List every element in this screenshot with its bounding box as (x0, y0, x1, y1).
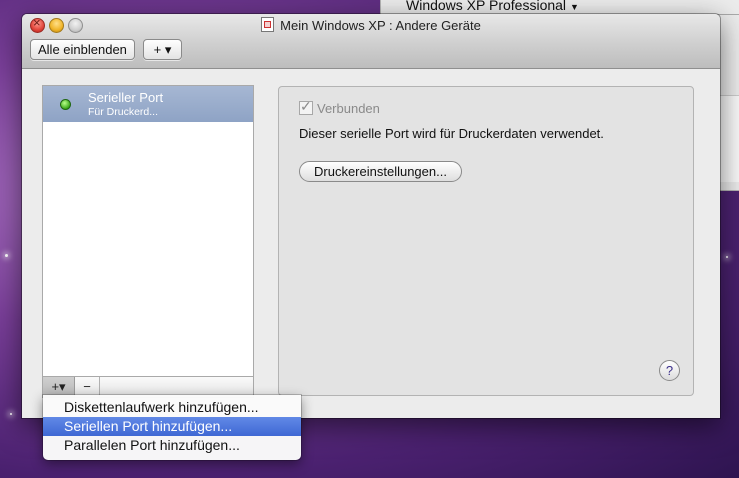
device-list[interactable]: Serieller Port Für Druckerd... (42, 85, 254, 377)
background-window-title[interactable]: Windows XP Professional ▼ (406, 0, 579, 13)
connected-label: Verbunden (317, 101, 380, 116)
chevron-down-icon: ▼ (569, 2, 579, 12)
add-item-button[interactable]: +▾ (43, 377, 75, 397)
connected-checkbox-row[interactable]: Verbunden (299, 98, 380, 116)
printer-settings-button[interactable]: Druckereinstellungen... (299, 161, 462, 182)
port-description: Dieser serielle Port wird für Druckerdat… (299, 126, 604, 141)
device-details-panel: Verbunden Dieser serielle Port wird für … (278, 86, 694, 396)
add-device-button[interactable]: + ▾ (143, 39, 182, 60)
list-item[interactable]: Serieller Port Für Druckerd... (43, 86, 253, 122)
help-button[interactable]: ? (659, 360, 680, 381)
device-settings-window: Mein Windows XP : Andere Geräte Alle ein… (22, 14, 720, 418)
list-item-subtitle: Für Druckerd... (88, 106, 159, 118)
connected-checkbox[interactable] (299, 98, 313, 115)
list-item-title: Serieller Port (88, 90, 164, 105)
show-all-button[interactable]: Alle einblenden (30, 39, 135, 60)
window-toolbar: Mein Windows XP : Andere Geräte Alle ein… (22, 14, 720, 69)
background-panel (718, 95, 739, 182)
document-icon (261, 17, 275, 32)
window-title: Mein Windows XP : Andere Geräte (280, 18, 481, 33)
desktop-star (5, 254, 8, 257)
desktop-star (726, 256, 728, 258)
status-indicator-icon (60, 99, 71, 110)
remove-item-button[interactable]: − (75, 377, 100, 397)
add-device-menu: Diskettenlaufwerk hinzufügen... Serielle… (43, 395, 301, 460)
menu-item-add-serial-port[interactable]: Seriellen Port hinzufügen... (43, 417, 301, 436)
desktop-star (10, 413, 12, 415)
menu-item-add-floppy[interactable]: Diskettenlaufwerk hinzufügen... (43, 398, 301, 417)
window-title-bar: Mein Windows XP : Andere Geräte (22, 17, 720, 33)
menu-item-add-parallel-port[interactable]: Parallelen Port hinzufügen... (43, 436, 301, 455)
